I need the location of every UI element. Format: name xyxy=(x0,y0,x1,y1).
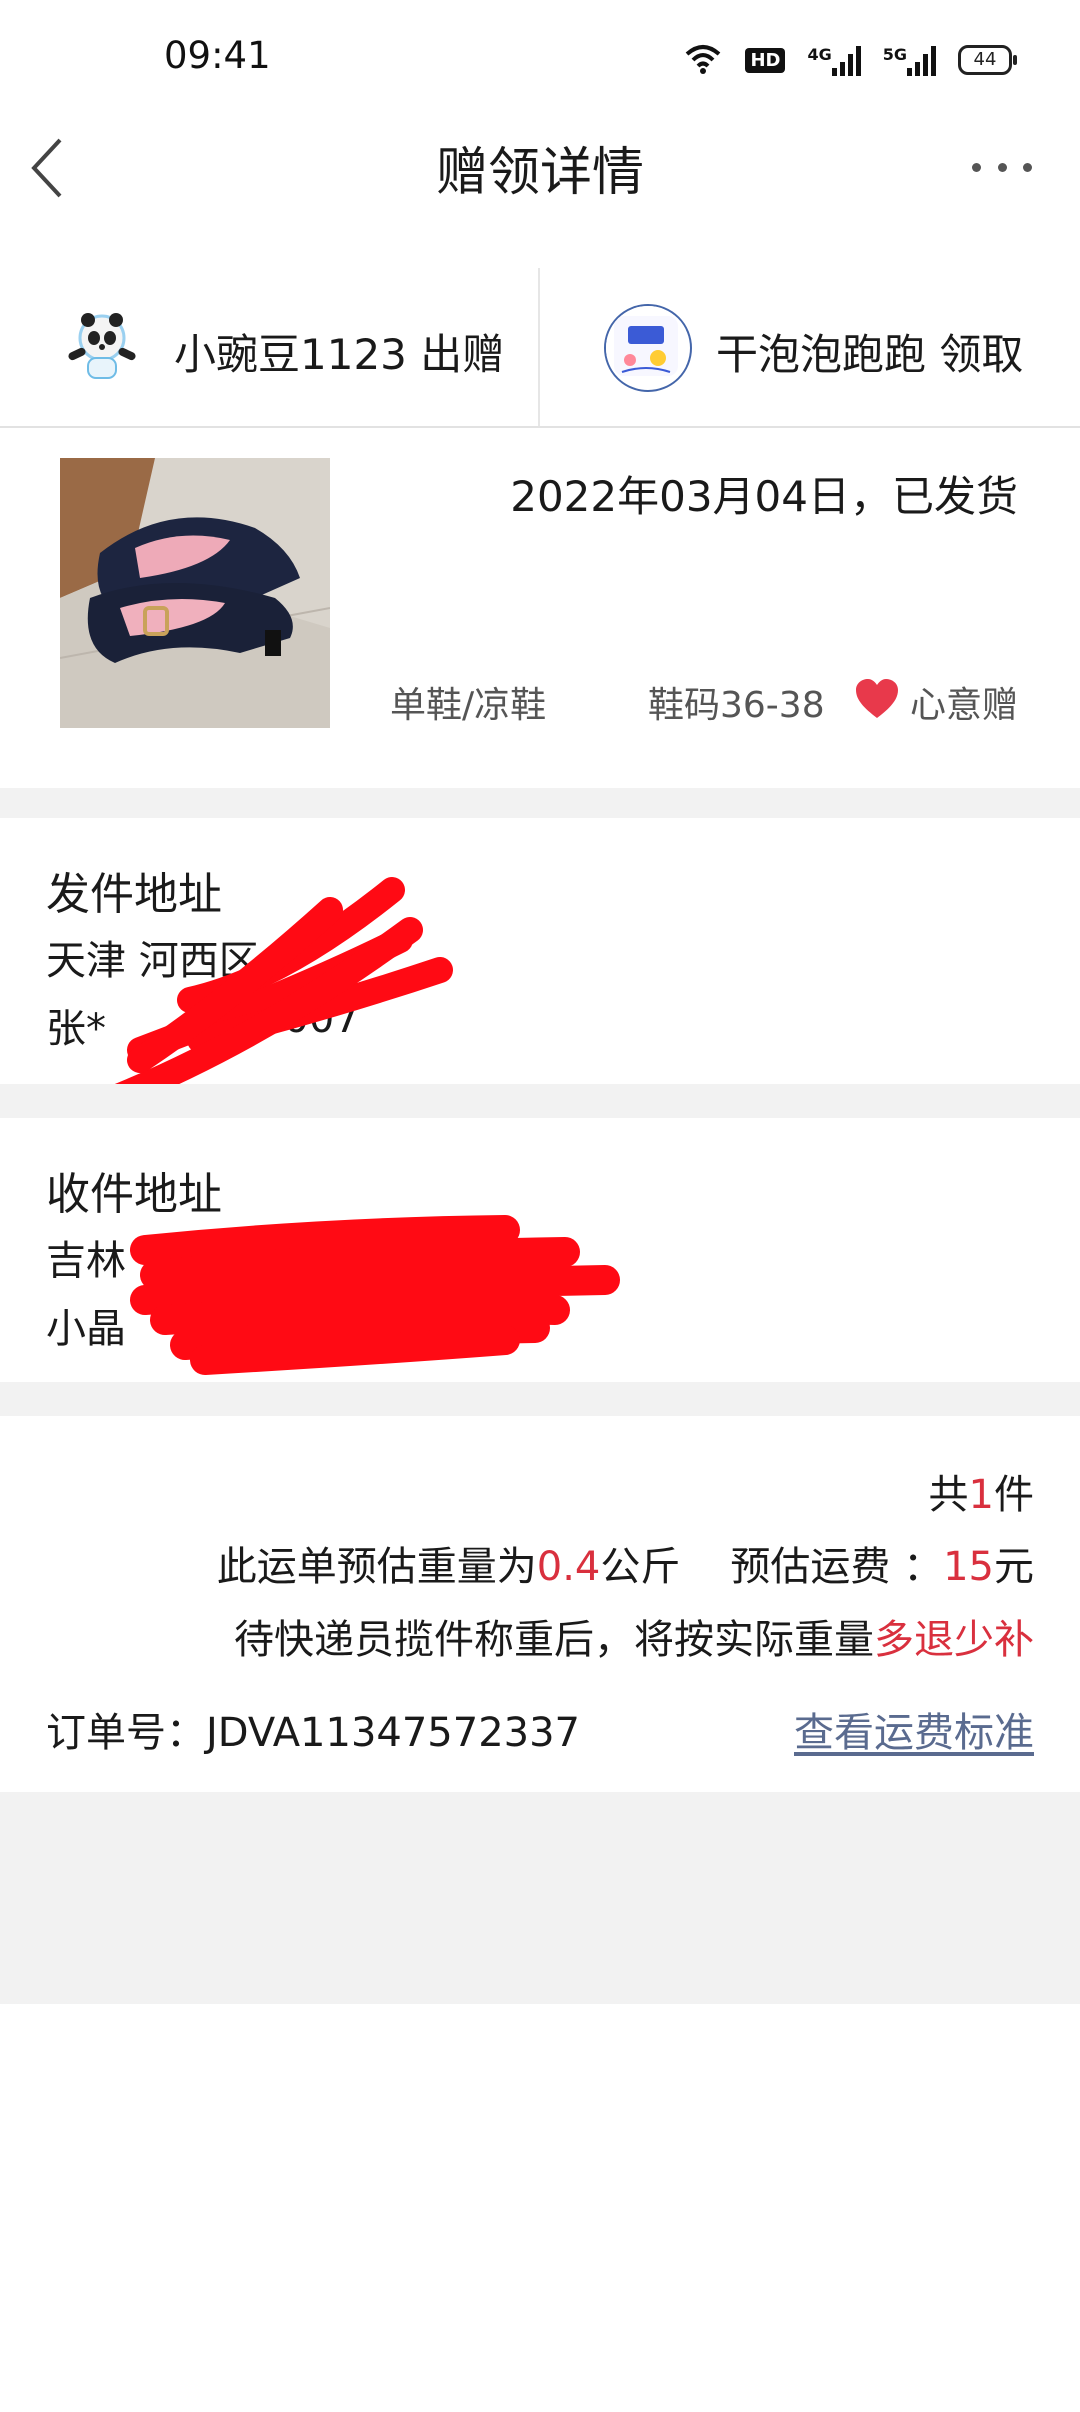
giver-avatar[interactable] xyxy=(60,302,144,386)
sender-address-line1: 天津 河西区 xyxy=(46,938,259,984)
receiver-avatar[interactable] xyxy=(604,304,692,392)
sender-contact-prefix: 张* xyxy=(46,1006,106,1052)
receiver-action: 领取 xyxy=(939,330,1024,379)
note-highlight: 多退少补 xyxy=(874,1617,1034,1663)
fee-label: 预估运费 ： xyxy=(730,1544,944,1590)
receiver-contact: 小晶 xyxy=(46,1306,126,1352)
item-category: 单鞋/凉鞋 xyxy=(390,685,547,726)
more-dot-icon xyxy=(972,162,981,172)
section-divider xyxy=(0,1084,1080,1118)
fee-unit: 元 xyxy=(994,1544,1034,1590)
count-suffix: 件 xyxy=(994,1472,1034,1518)
weight-fee-line: 此运单预估重量为0.4公斤 预估运费 ：15元 xyxy=(217,1534,1034,1592)
sender-contact-suffix: 1007 xyxy=(258,996,360,1042)
more-button[interactable] xyxy=(972,152,1032,182)
receiver-name[interactable]: 干泡泡跑跑 xyxy=(716,330,926,379)
signal-5g-icon: 5G xyxy=(883,44,936,76)
section-divider xyxy=(0,788,1080,818)
users-divider xyxy=(538,268,540,426)
sender-address-title: 发件地址 xyxy=(46,869,222,920)
weight-prefix: 此运单预估重量为 xyxy=(216,1544,537,1590)
weight-value: 0.4 xyxy=(536,1544,601,1590)
item-size: 鞋码36-38 xyxy=(648,685,825,726)
item-count: 共1件 xyxy=(929,1462,1034,1520)
giver-name[interactable]: 小豌豆1123 xyxy=(174,330,407,379)
weight-unit: 公斤 xyxy=(600,1544,681,1590)
more-dot-icon xyxy=(1023,162,1032,172)
item-tag: 心意赠 xyxy=(910,685,1019,726)
receiver-address-line1: 吉林 xyxy=(46,1238,126,1284)
note-prefix: 待快递员揽件称重后，将按实际重量 xyxy=(234,1617,874,1663)
signal-4g-icon: 4G xyxy=(807,44,861,76)
wifi-icon xyxy=(683,42,723,78)
section-divider xyxy=(0,1382,1080,1416)
item-photo[interactable] xyxy=(60,458,330,728)
status-icons: HD 4G 5G 44 xyxy=(683,40,1017,80)
network-5g-label: 5G xyxy=(882,45,907,64)
fee-value: 15 xyxy=(943,1544,994,1590)
giver-action: 出赠 xyxy=(420,330,505,379)
heart-icon xyxy=(854,678,900,720)
order-number: 订单号：JDVA11347572337 xyxy=(46,1710,581,1756)
page-title: 赠领详情 xyxy=(435,143,644,203)
hd-icon: HD xyxy=(745,47,786,73)
count-value: 1 xyxy=(968,1472,994,1518)
fee-standard-link[interactable]: 查看运费标准 xyxy=(794,1700,1034,1758)
users-row: 小豌豆1123 出赠 干泡泡跑跑 领取 xyxy=(0,268,1080,428)
network-4g-label: 4G xyxy=(807,45,832,64)
item-status: 2022年03月04日，已发货 xyxy=(510,472,1018,521)
settlement-note: 待快递员揽件称重后，将按实际重量多退少补 xyxy=(234,1607,1034,1665)
status-time: 09:41 xyxy=(164,34,271,77)
redaction-scribble xyxy=(130,1215,620,1375)
receiver-label: 干泡泡跑跑 领取 xyxy=(716,321,1023,382)
battery-icon: 44 xyxy=(958,45,1017,75)
giver-label: 小豌豆1123 出赠 xyxy=(174,321,504,382)
bottom-band xyxy=(0,1792,1080,2004)
receiver-address-title: 收件地址 xyxy=(46,1169,222,1220)
count-prefix: 共 xyxy=(928,1472,969,1518)
more-dot-icon xyxy=(997,162,1007,172)
